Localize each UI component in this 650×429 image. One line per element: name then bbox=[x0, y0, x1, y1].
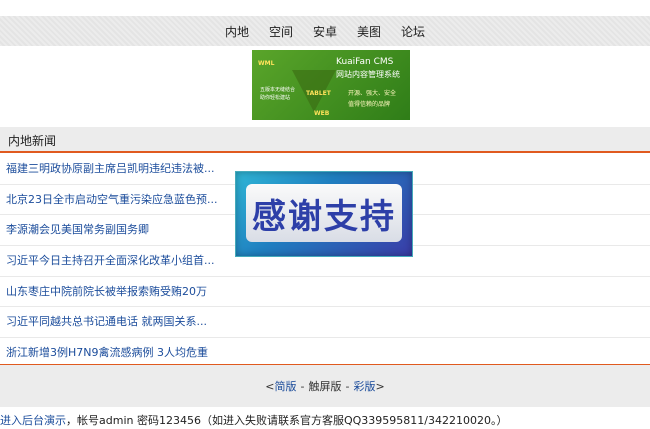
list-item: 山东枣庄中院前院长被举报索贿受贿20万 bbox=[0, 277, 650, 308]
news-link[interactable]: 北京23日全市启动空气重污染应急蓝色预... bbox=[6, 193, 218, 206]
banner-tag-1: 开源、强大、安全 bbox=[348, 90, 397, 97]
cms-banner[interactable]: WML TABLET WEB KuaiFan CMS 网站内容管理系统 开源、强… bbox=[252, 50, 410, 120]
news-link[interactable]: 李源潮会见美国常务副国务卿 bbox=[6, 223, 149, 236]
top-navigation: 内地 空间 安卓 美图 论坛 bbox=[0, 16, 650, 46]
news-link[interactable]: 习近平今日主持召开全面深化改革小组首... bbox=[6, 254, 215, 267]
banner-wml-label: WML bbox=[258, 60, 275, 67]
nav-item-space[interactable]: 空间 bbox=[259, 23, 303, 40]
banner-subtitle: 网站内容管理系统 bbox=[336, 70, 400, 79]
nav-item-pictures[interactable]: 美图 bbox=[347, 23, 391, 40]
news-link[interactable]: 福建三明政协原副主席吕凯明违纪违法被... bbox=[6, 162, 215, 175]
banner-web-label: WEB bbox=[314, 110, 330, 117]
admin-credentials-text: ，帐号admin 密码123456（如进入失败请联系官方客服QQ33959581… bbox=[66, 414, 508, 427]
news-link[interactable]: 习近平同越共总书记通电话 就两国关系... bbox=[6, 315, 207, 328]
version-switcher: < 简版 - 触屏版 - 彩版 > bbox=[0, 364, 650, 407]
left-bracket: < bbox=[265, 379, 275, 393]
simple-version-link[interactable]: 简版 bbox=[275, 378, 297, 394]
banner-tag-2: 值得信赖的品牌 bbox=[348, 101, 391, 108]
thanks-overlay: 感谢支持 bbox=[236, 172, 412, 256]
section-title: 内地新闻 bbox=[8, 134, 57, 148]
admin-demo-info: 进入后台演示，帐号admin 密码123456（如进入失败请联系官方客服QQ33… bbox=[0, 412, 507, 428]
admin-demo-link[interactable]: 进入后台演示 bbox=[0, 414, 66, 427]
news-link[interactable]: 山东枣庄中院前院长被举报索贿受贿20万 bbox=[6, 285, 207, 298]
banner-left-2: 助你轻松建站 bbox=[260, 95, 291, 101]
list-item: 习近平同越共总书记通电话 就两国关系... bbox=[0, 307, 650, 339]
nav-item-android[interactable]: 安卓 bbox=[303, 23, 347, 40]
banner-title: KuaiFan CMS bbox=[336, 57, 394, 67]
banner-tablet-label: TABLET bbox=[306, 90, 331, 97]
section-header: 内地新闻 bbox=[0, 127, 650, 153]
banner-left-1: 五版本无缝结合 bbox=[260, 87, 296, 93]
color-version-link[interactable]: 彩版 bbox=[353, 378, 375, 394]
right-bracket: > bbox=[375, 379, 385, 393]
touch-version-current: 触屏版 bbox=[308, 380, 342, 393]
nav-item-mainland[interactable]: 内地 bbox=[215, 23, 259, 40]
thanks-text: 感谢支持 bbox=[246, 184, 402, 242]
nav-item-forum[interactable]: 论坛 bbox=[391, 23, 435, 40]
news-link[interactable]: 浙江新增3例H7N9禽流感病例 3人均危重 bbox=[6, 346, 208, 359]
